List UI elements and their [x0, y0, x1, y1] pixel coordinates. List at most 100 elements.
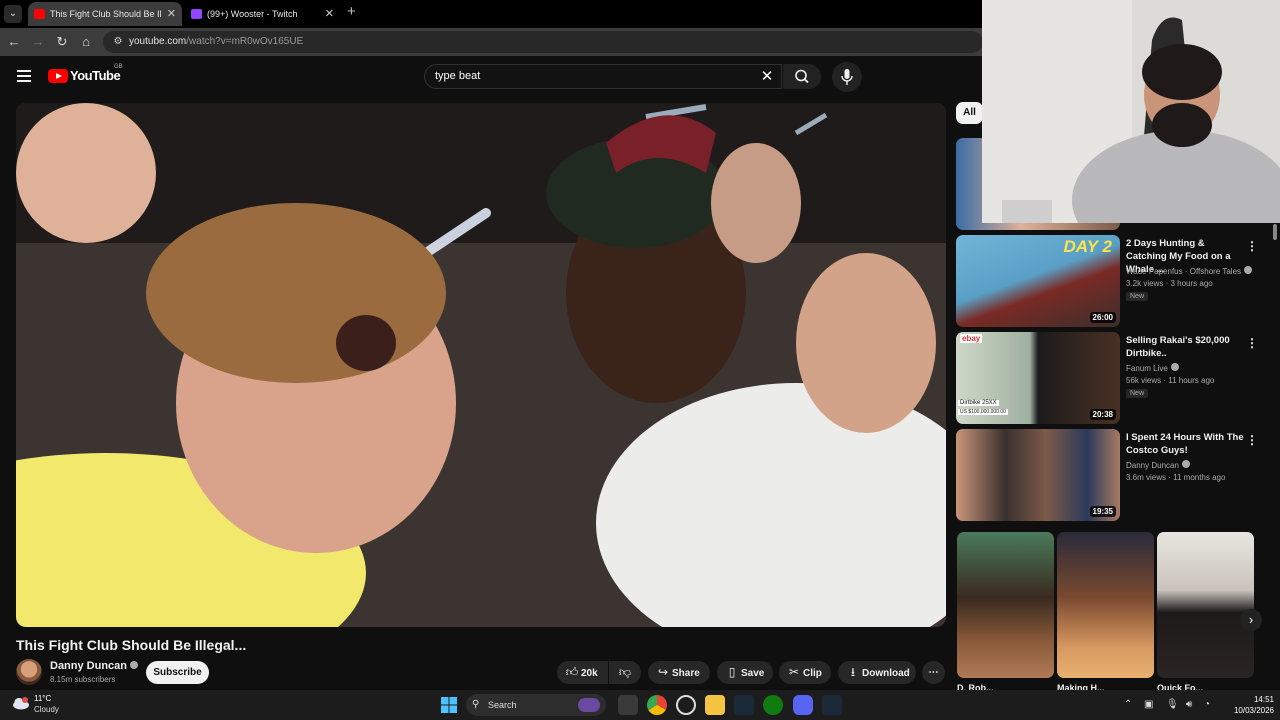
- clock-date: 10/03/2026: [1233, 706, 1274, 715]
- clear-search-icon[interactable]: ✕: [757, 65, 777, 88]
- recommended-video[interactable]: DAY 2 26:00 2 Days Hunting & Catching My…: [956, 235, 1266, 327]
- clock-time: 14:51: [1253, 695, 1274, 704]
- video-title: I Spent 24 Hours With The Costco Guys!: [1126, 432, 1244, 456]
- weather-condition: Cloudy: [34, 705, 59, 714]
- thumbnail-text: Dirtbike 25XX: [958, 400, 999, 406]
- voice-search-button[interactable]: [832, 62, 862, 92]
- recommended-video[interactable]: 19:35 I Spent 24 Hours With The Costco G…: [956, 429, 1266, 521]
- thumbs-up-icon: 👍︎: [565, 665, 579, 679]
- network-icon[interactable]: ▣: [1144, 690, 1153, 720]
- search-icon: ⚲: [472, 699, 480, 710]
- forward-icon[interactable]: →: [30, 34, 46, 50]
- short-thumbnail[interactable]: [1157, 532, 1254, 678]
- new-tab-icon[interactable]: +: [347, 3, 356, 20]
- tab-search-button[interactable]: ⌄: [4, 5, 22, 23]
- more-options-icon[interactable]: ⋮: [1246, 433, 1258, 447]
- channel-name[interactable]: Fanum Live: [1126, 363, 1179, 373]
- windows-start-icon[interactable]: [439, 695, 459, 715]
- subscribe-button[interactable]: Subscribe: [146, 661, 209, 684]
- country-code: GB: [114, 64, 123, 70]
- save-button[interactable]: ▯ Save: [717, 661, 773, 684]
- show-hidden-icons-icon[interactable]: ⌃: [1124, 690, 1132, 720]
- short-thumbnail[interactable]: [957, 532, 1054, 678]
- filter-chip-all[interactable]: All: [956, 102, 983, 124]
- close-tab-icon[interactable]: ✕: [167, 2, 176, 26]
- logo-text: YouTube: [70, 68, 121, 83]
- short-thumbnail[interactable]: [1057, 532, 1154, 678]
- more-options-icon[interactable]: ⋮: [1246, 336, 1258, 350]
- scissors-icon: ✂: [788, 665, 800, 679]
- weather-temperature: 11°C: [34, 694, 52, 703]
- site-info-icon[interactable]: ⚙: [111, 35, 125, 49]
- volume-icon[interactable]: 🔊︎: [1186, 690, 1192, 720]
- task-view-icon[interactable]: [618, 695, 638, 715]
- system-clock[interactable]: 14:51 10/03/2026: [1218, 694, 1274, 716]
- like-button[interactable]: 👍︎ 20k: [557, 661, 608, 684]
- discord-icon[interactable]: [793, 695, 813, 715]
- video-title: This Fight Club Should Be Illegal...: [16, 637, 247, 653]
- dislike-button[interactable]: 👎︎: [609, 661, 641, 684]
- channel-name[interactable]: Danny Duncan: [50, 660, 139, 672]
- video-thumbnail: 19:35: [956, 429, 1120, 521]
- steam-icon[interactable]: [734, 695, 754, 715]
- obs-icon[interactable]: [676, 695, 696, 715]
- close-tab-icon[interactable]: ✕: [325, 2, 334, 26]
- thumbnail-text: ebay: [960, 334, 983, 343]
- weather-cloud-icon[interactable]: [12, 696, 30, 710]
- video-duration: 20:38: [1089, 409, 1116, 420]
- video-title: Selling Rakai's $20,000 Dirtbike..: [1126, 335, 1230, 359]
- video-duration: 26:00: [1089, 312, 1116, 323]
- more-options-icon[interactable]: ⋮: [1246, 239, 1258, 253]
- tab-label: (99+) Wooster - Twitch: [207, 9, 298, 19]
- file-explorer-icon[interactable]: [705, 695, 725, 715]
- search-query: type beat: [435, 70, 481, 82]
- share-button[interactable]: ↪ Share: [648, 661, 710, 684]
- video-duration: 19:35: [1089, 506, 1116, 517]
- webcam-frame: [982, 0, 1280, 223]
- channel-name[interactable]: Wade Papenfus · Offshore Tales: [1126, 266, 1253, 276]
- reload-icon[interactable]: ↻: [54, 34, 70, 50]
- video-meta: 56k views · 11 hours ago: [1126, 376, 1215, 385]
- tab-label: This Fight Club Should Be Illegal...: [50, 9, 162, 19]
- back-icon[interactable]: ←: [6, 34, 22, 50]
- search-highlight-icon: [578, 698, 600, 712]
- new-badge: New: [1126, 389, 1149, 398]
- taskbar-search[interactable]: ⚲ Search: [466, 694, 606, 716]
- search-button[interactable]: [783, 64, 821, 89]
- home-icon[interactable]: ⌂: [78, 34, 94, 50]
- video-player[interactable]: [16, 103, 946, 627]
- shorts-next-button[interactable]: ›: [1240, 609, 1262, 631]
- thumbs-down-icon: 👎︎: [618, 665, 632, 679]
- channel-avatar[interactable]: [16, 659, 42, 685]
- search-label: Search: [488, 700, 517, 710]
- share-icon: ↪: [657, 665, 669, 679]
- sidebar-scrollbar[interactable]: [1273, 224, 1277, 240]
- search-input[interactable]: type beat ✕: [424, 64, 782, 89]
- subscriber-count: 8.15m subscribers: [50, 675, 116, 684]
- bookmark-icon: ▯: [728, 665, 736, 679]
- video-thumbnail: DAY 2 26:00: [956, 235, 1120, 327]
- download-button[interactable]: ⭳ Download: [838, 661, 916, 684]
- search-icon: [795, 69, 809, 84]
- twitch-favicon-icon: [191, 9, 202, 19]
- video-meta: 3.6m views · 11 months ago: [1126, 473, 1226, 482]
- tab-twitch[interactable]: (99+) Wooster - Twitch ✕: [185, 2, 340, 26]
- clip-button[interactable]: ✂ Clip: [779, 661, 831, 684]
- video-thumbnail: ebay Dirtbike 25XX US $100,000,000.00 20…: [956, 332, 1120, 424]
- thumbnail-text: US $100,000,000.00: [958, 409, 1008, 415]
- microphone-icon: [841, 69, 853, 85]
- chrome-icon[interactable]: [647, 695, 667, 715]
- address-bar[interactable]: ⚙ youtube.com/watch?v=mR0wOv165UE: [103, 31, 983, 53]
- tab-youtube[interactable]: This Fight Club Should Be Illegal... ✕: [28, 2, 182, 26]
- wifi-icon[interactable]: ◔: [1204, 690, 1210, 720]
- menu-icon[interactable]: [17, 70, 31, 82]
- verified-icon: [1170, 363, 1179, 371]
- channel-name[interactable]: Danny Duncan: [1126, 460, 1190, 470]
- recommended-video[interactable]: ebay Dirtbike 25XX US $100,000,000.00 20…: [956, 332, 1266, 424]
- steam-icon[interactable]: [822, 695, 842, 715]
- webcam-overlay: [982, 0, 1280, 223]
- more-actions-button[interactable]: ⋯: [922, 661, 945, 684]
- video-frame: [16, 103, 946, 627]
- microphone-icon[interactable]: 🎙︎: [1166, 690, 1179, 720]
- xbox-icon[interactable]: [763, 695, 783, 715]
